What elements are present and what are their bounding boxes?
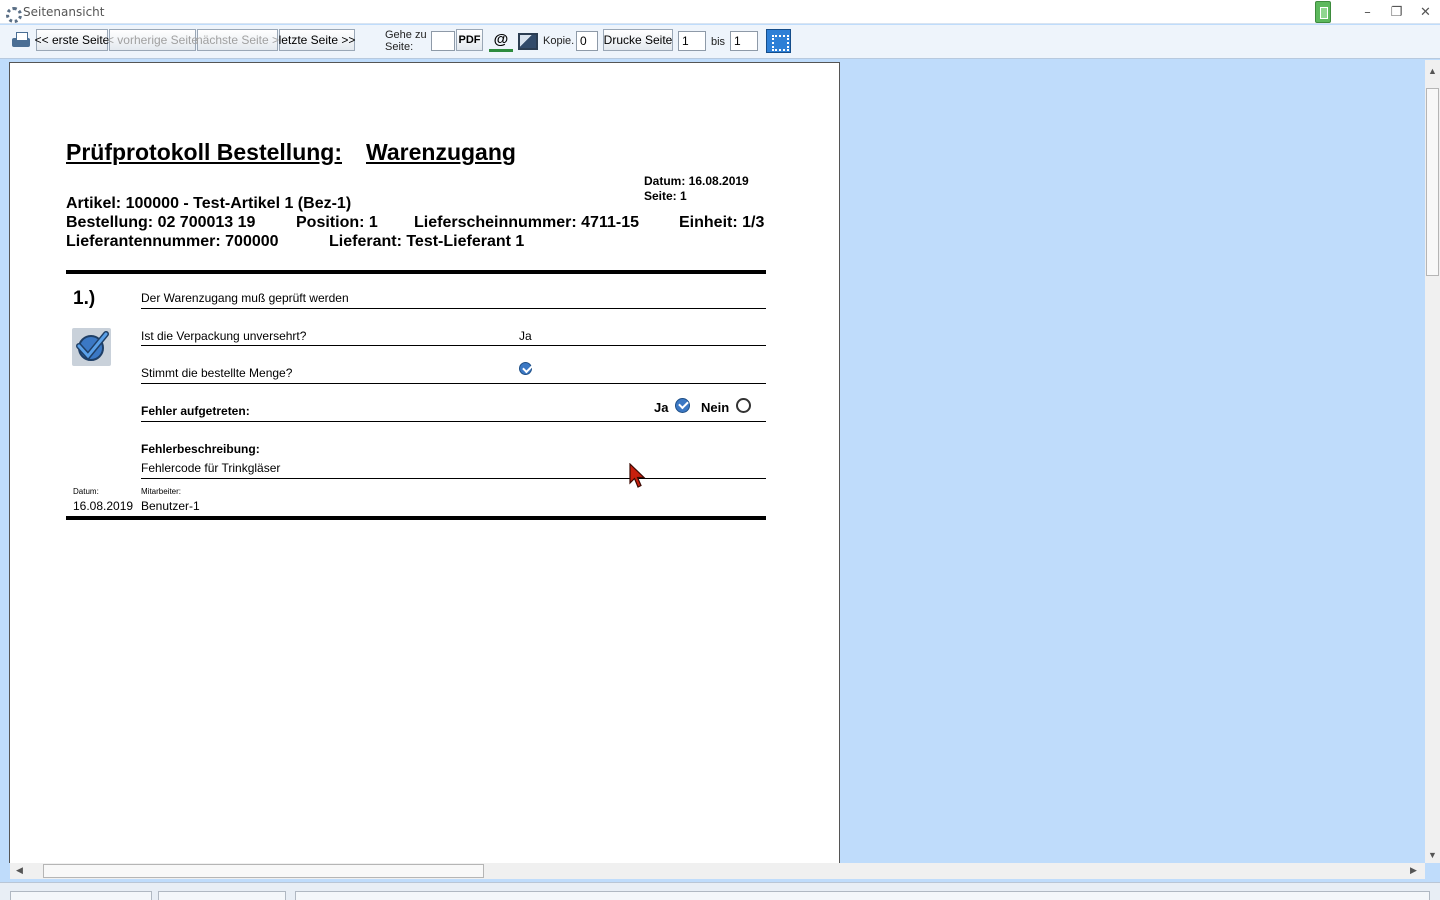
row-divider: [141, 383, 766, 384]
last-page-button[interactable]: letzte Seite >>: [279, 29, 355, 51]
copies-input[interactable]: 0: [576, 31, 598, 51]
fehler-nein-radio: [736, 398, 751, 413]
next-page-button[interactable]: nächste Seite >: [196, 29, 279, 51]
email-icon[interactable]: @: [489, 30, 513, 52]
first-page-button[interactable]: << erste Seite: [35, 29, 109, 51]
goto-page-input[interactable]: [431, 31, 455, 51]
divider-top: [66, 270, 766, 274]
check-icon: [72, 328, 111, 366]
footer-mitarbeiter-value: Benutzer-1: [141, 499, 200, 513]
menge-check-icon: [519, 362, 532, 375]
lieferant-field: Lieferant: Test-Lieferant 1: [329, 233, 525, 250]
status-bar: [0, 882, 1440, 900]
flag-icon[interactable]: [1315, 1, 1331, 23]
status-panel: [10, 891, 152, 900]
artikel-line: Artikel: 100000 - Test-Artikel 1 (Bez-1): [66, 195, 352, 212]
row-divider: [141, 421, 766, 422]
window-title: Seitenansicht: [23, 4, 105, 19]
fehler-question: Fehler aufgetreten:: [141, 404, 250, 418]
scroll-left-icon[interactable]: ◀: [16, 865, 23, 876]
status-panel: [295, 891, 1430, 900]
fit-page-icon[interactable]: [766, 29, 791, 53]
title-left: Prüfprotokoll Bestellung:: [66, 139, 342, 165]
fehler-ja-radio: [675, 398, 690, 413]
close-button[interactable]: ✕: [1411, 0, 1440, 24]
image-icon[interactable]: [516, 30, 540, 52]
lieferantennummer-field: Lieferantennummer: 700000: [66, 233, 279, 250]
print-page-button[interactable]: Drucke Seite: [603, 29, 673, 51]
preview-viewport[interactable]: Prüfprotokoll Bestellung: Warenzugang Dat…: [0, 60, 1425, 863]
title-bar: Seitenansicht – ❐ ✕: [0, 0, 1440, 24]
bestellung-field: Bestellung: 02 700013 19: [66, 214, 256, 231]
vertical-scrollbar[interactable]: ▲ ▼: [1425, 60, 1440, 863]
bis-label: bis: [711, 36, 726, 48]
prev-page-button[interactable]: < vorherige Seite: [107, 29, 198, 51]
page-to-input[interactable]: 1: [730, 31, 758, 51]
beschreibung-value: Fehlercode für Trinkgläser: [141, 461, 281, 475]
minimize-button[interactable]: –: [1353, 0, 1382, 24]
position-field: Position: 1: [296, 214, 378, 231]
row-divider: [141, 345, 766, 346]
verpackung-question: Ist die Verpackung unversehrt?: [141, 329, 307, 343]
scroll-up-icon[interactable]: ▲: [1428, 66, 1437, 76]
lieferschein-field: Lieferscheinnummer: 4711-15: [414, 214, 639, 231]
document-page-number: Seite: 1: [644, 189, 687, 203]
menge-question: Stimmt die bestellte Menge?: [141, 366, 293, 380]
beschreibung-label: Fehlerbeschreibung:: [141, 442, 260, 456]
app-icon: [3, 4, 22, 23]
copies-label: Kopie.: [543, 35, 575, 47]
row-heading: Der Warenzugang muß geprüft werden: [141, 291, 349, 305]
pdf-button[interactable]: PDF: [456, 29, 483, 51]
footer-mitarbeiter-label: Mitarbeiter:: [141, 487, 182, 496]
footer-datum-value: 16.08.2019: [73, 499, 134, 513]
toolbar: << erste Seite < vorherige Seite nächste…: [0, 25, 1440, 59]
window-controls: – ❐ ✕: [1315, 0, 1440, 24]
status-panel: [158, 891, 286, 900]
title-right: Warenzugang: [366, 139, 516, 165]
vertical-scroll-thumb[interactable]: [1426, 88, 1439, 276]
document-title: Prüfprotokoll Bestellung: Warenzugang: [66, 139, 516, 166]
einheit-field: Einheit: 1/3: [679, 214, 765, 231]
fehler-ja-label: Ja: [654, 400, 669, 415]
row-divider: [141, 478, 766, 479]
horizontal-scroll-thumb[interactable]: [43, 864, 484, 878]
row-divider: [141, 308, 766, 309]
document-date: Datum: 16.08.2019: [644, 174, 749, 188]
verpackung-answer: Ja: [519, 329, 532, 343]
scroll-down-icon[interactable]: ▼: [1428, 850, 1437, 860]
scroll-right-icon[interactable]: ▶: [1410, 865, 1417, 876]
divider-bottom: [66, 516, 766, 520]
printer-icon[interactable]: [10, 31, 32, 51]
page-from-input[interactable]: 1: [678, 31, 706, 51]
mouse-cursor-icon: [629, 463, 646, 488]
footer-datum-label: Datum:: [73, 487, 99, 496]
horizontal-scrollbar[interactable]: ◀ ▶: [10, 863, 1425, 879]
fehler-nein-label: Nein: [701, 400, 730, 415]
section-number: 1.): [73, 288, 96, 309]
goto-page-label: Gehe zu Seite:: [385, 29, 427, 53]
document-page: Prüfprotokoll Bestellung: Warenzugang Dat…: [9, 62, 840, 863]
maximize-button[interactable]: ❐: [1382, 0, 1411, 24]
